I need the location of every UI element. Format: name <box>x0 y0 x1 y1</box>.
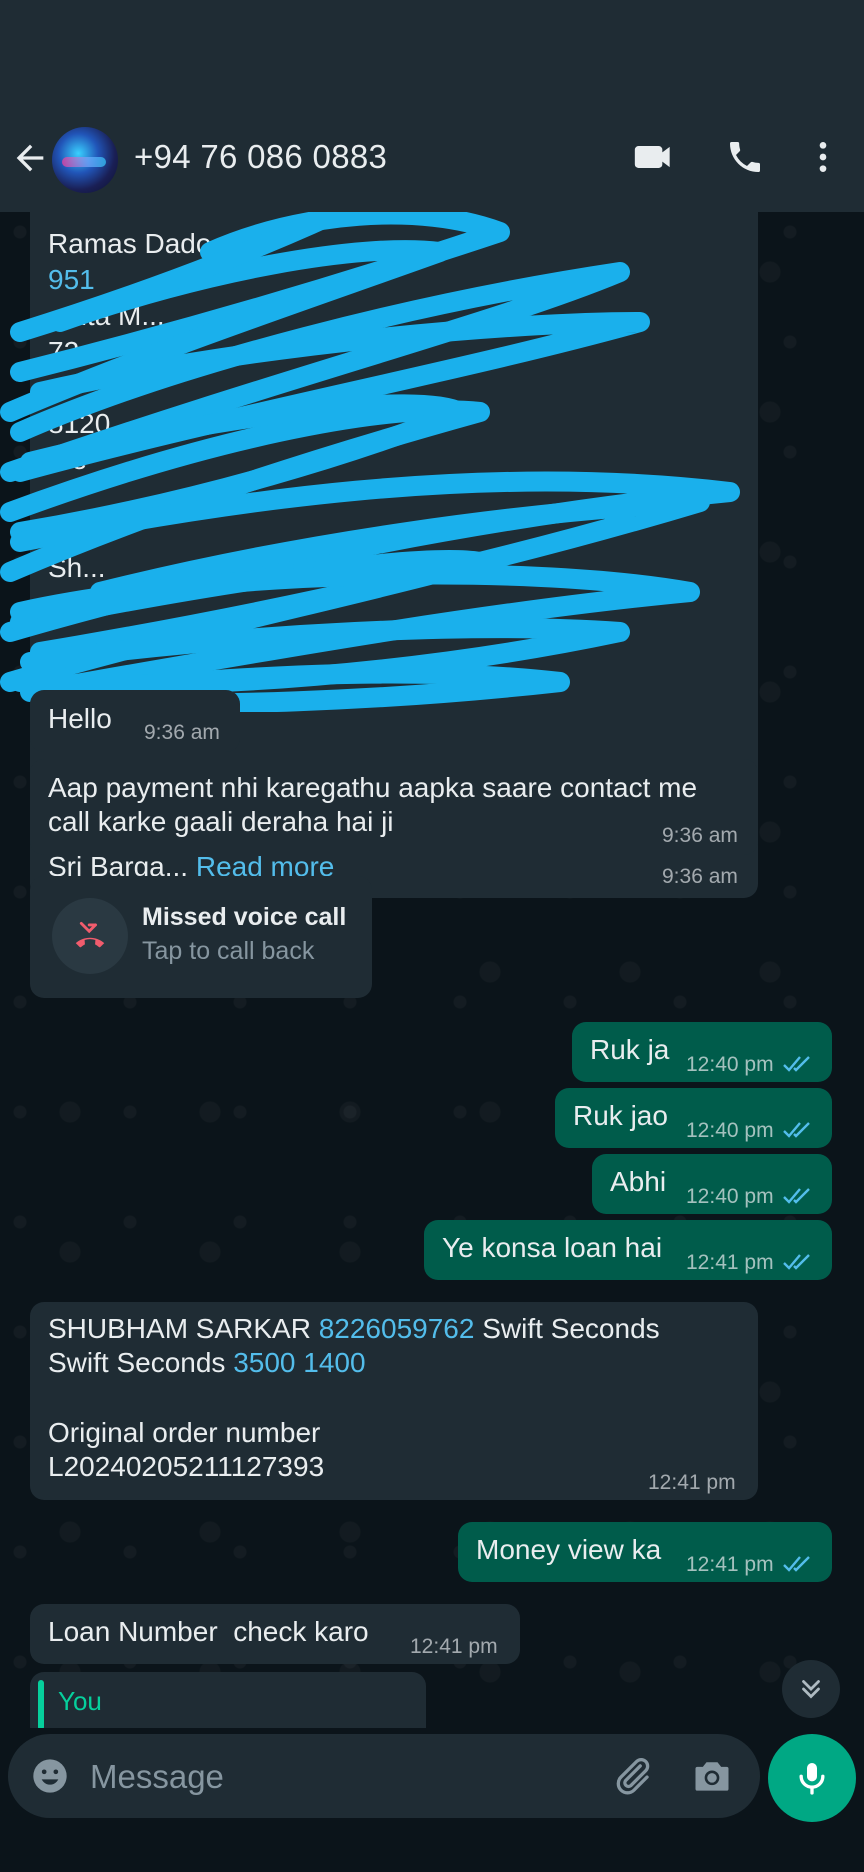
message-outgoing[interactable]: Money view ka 12:41 pm <box>458 1522 832 1582</box>
message-incoming[interactable]: Hello 9:36 am <box>30 690 240 752</box>
message-incoming[interactable]: SHUBHAM SARKAR 8226059762 Swift Seconds … <box>30 1302 758 1500</box>
quoted-message[interactable]: You <box>30 1672 426 1728</box>
voice-call-icon[interactable] <box>720 132 770 182</box>
attach-icon[interactable] <box>610 1754 654 1803</box>
phone-link[interactable]: 3500 1400 <box>233 1347 365 1378</box>
message-text: Ye konsa loan hai <box>442 1232 663 1263</box>
message-text: Hello <box>48 703 112 734</box>
message-time: 12:40 pm <box>686 1119 774 1142</box>
message-outgoing[interactable]: Abhi 12:40 pm <box>592 1154 832 1214</box>
message-time: 12:41 pm <box>686 1251 774 1274</box>
message-time: 9:36 am <box>662 824 738 847</box>
message-composer[interactable]: Message <box>8 1734 760 1818</box>
message-incoming[interactable]: Loan Number check karo 12:41 pm <box>30 1604 520 1664</box>
read-ticks-icon <box>782 1556 810 1572</box>
status-bar <box>0 0 864 100</box>
missed-call-icon <box>52 898 128 974</box>
read-ticks-icon <box>782 1254 810 1270</box>
missed-call-title: Missed voice call <box>142 903 347 931</box>
scroll-to-bottom-button[interactable] <box>782 1660 840 1718</box>
message-time: 12:41 pm <box>686 1553 774 1576</box>
message-text: Swift Seconds <box>474 1313 660 1344</box>
message-text: Loan Number check karo <box>48 1616 369 1647</box>
message-text: Original order number <box>48 1417 321 1448</box>
message-text: Swift Seconds <box>48 1347 234 1378</box>
message-text: Ruk jao <box>573 1100 668 1131</box>
message-text: L20240205211127393 <box>48 1451 325 1482</box>
phone-link[interactable]: 8226059762 <box>319 1313 475 1344</box>
more-options-icon[interactable] <box>798 132 848 182</box>
message-time: 12:40 pm <box>686 1185 774 1208</box>
message-outgoing[interactable]: Ruk jao 12:40 pm <box>555 1088 832 1148</box>
mic-icon <box>799 1763 825 1795</box>
message-outgoing[interactable]: Ruk ja 12:40 pm <box>572 1022 832 1082</box>
emoji-icon[interactable] <box>30 1756 70 1801</box>
message-time: 9:36 am <box>144 721 220 744</box>
quote-author: You <box>58 1686 102 1716</box>
double-chevron-down-icon <box>802 1680 820 1699</box>
message-text: Aap payment nhi karegathu aapka saare co… <box>48 772 698 803</box>
video-call-icon[interactable] <box>630 132 680 182</box>
chat-area[interactable]: Ramas Dado 951 ...nta M... 72... ... 812… <box>0 212 864 1732</box>
message-time: 12:41 pm <box>648 1471 736 1494</box>
missed-call-card[interactable]: Missed voice call Tap to call back <box>30 876 372 998</box>
camera-icon[interactable] <box>690 1754 734 1803</box>
contact-name[interactable]: +94 76 086 0883 <box>134 138 387 176</box>
mic-button[interactable] <box>768 1734 856 1822</box>
message-time: 12:40 pm <box>686 1053 774 1076</box>
message-text: Ruk ja <box>590 1034 670 1065</box>
message-text: SHUBHAM SARKAR <box>48 1313 319 1344</box>
read-ticks-icon <box>782 1188 810 1204</box>
message-input[interactable]: Message <box>90 1758 224 1796</box>
quote-bar <box>38 1680 44 1728</box>
message-text: call karke gaali deraha hai ji <box>48 806 394 837</box>
message-time: 12:41 pm <box>410 1635 498 1658</box>
message-time: 9:36 am <box>662 865 738 888</box>
message-outgoing[interactable]: Ye konsa loan hai 12:41 pm <box>424 1220 832 1280</box>
message-text: Money view ka <box>476 1534 662 1565</box>
message-text: Abhi <box>610 1166 667 1197</box>
back-arrow-icon[interactable] <box>10 138 50 178</box>
read-ticks-icon <box>782 1122 810 1138</box>
missed-call-subtitle: Tap to call back <box>142 937 315 965</box>
message-incoming[interactable]: Aap payment nhi karegathu aapka saare co… <box>30 759 758 855</box>
redaction-scribble <box>0 212 740 712</box>
read-ticks-icon <box>782 1056 810 1072</box>
avatar[interactable] <box>52 127 118 193</box>
chat-header: +94 76 086 0883 <box>0 100 864 212</box>
